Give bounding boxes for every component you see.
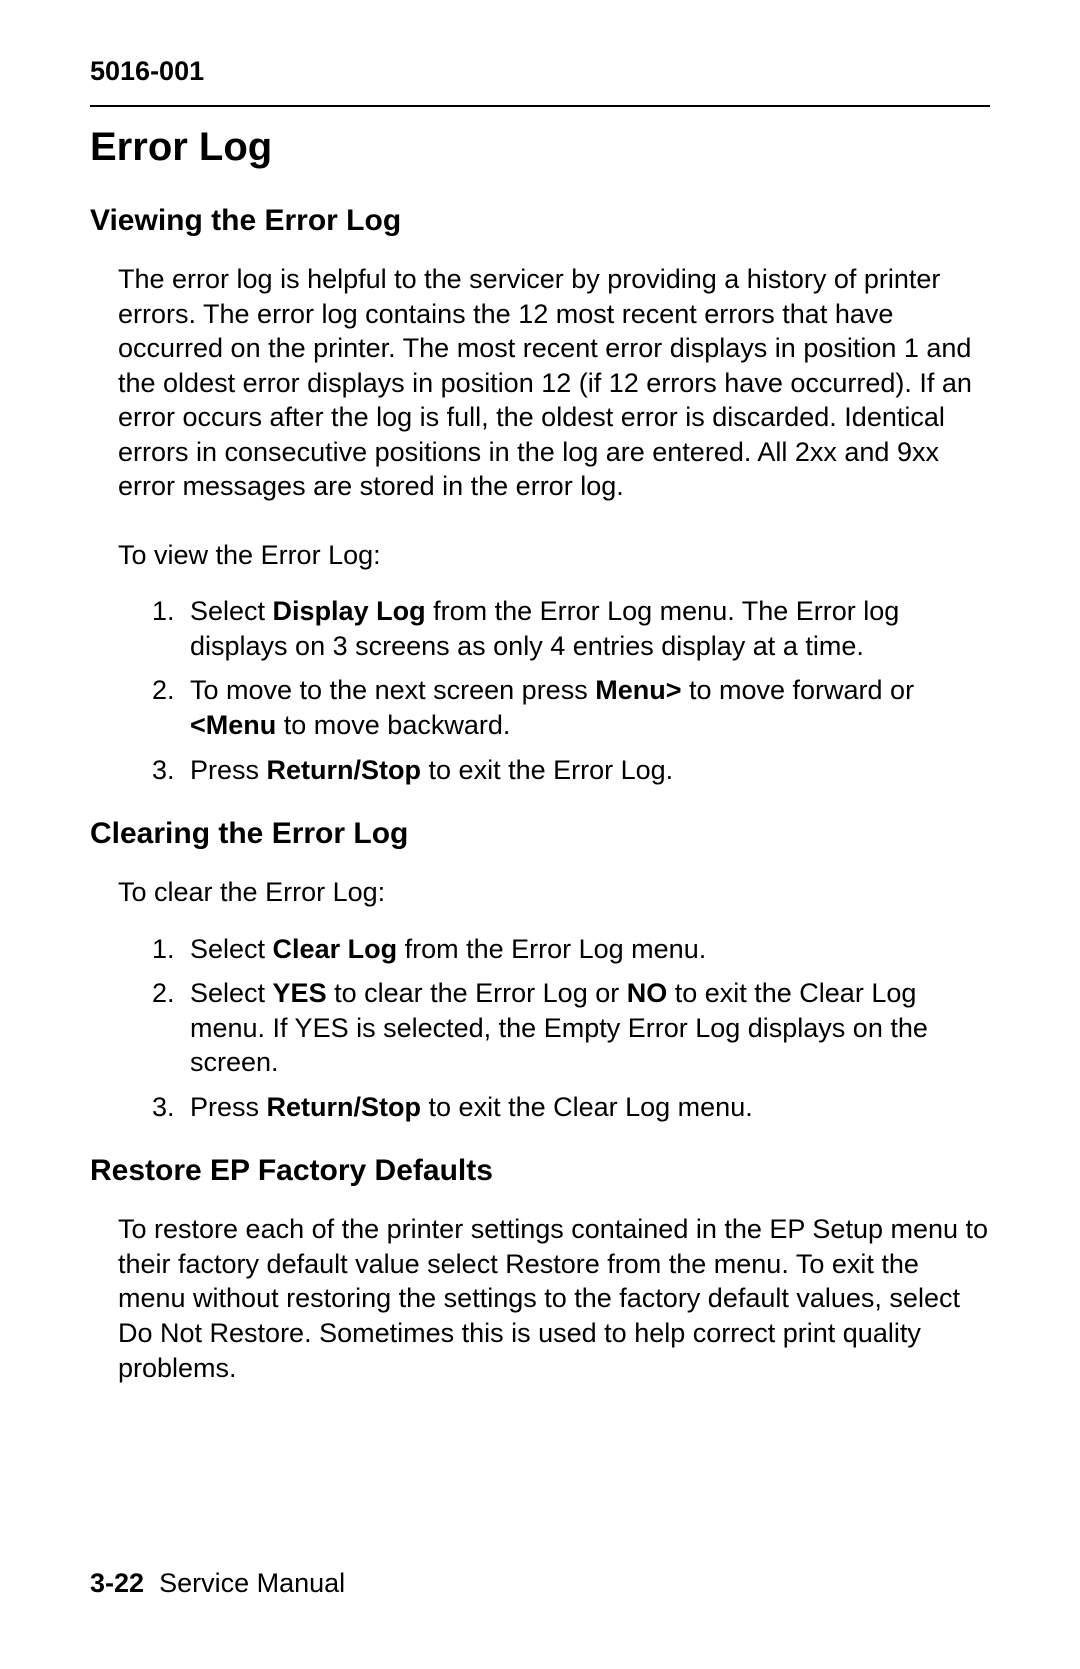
viewing-steps-list: Select Display Log from the Error Log me… bbox=[182, 594, 990, 787]
footer-label: Service Manual bbox=[159, 1568, 345, 1598]
step-bold: Return/Stop bbox=[267, 755, 422, 785]
step-bold: YES bbox=[273, 978, 327, 1008]
section-heading-restore: Restore EP Factory Defaults bbox=[90, 1154, 990, 1188]
step-text: Select bbox=[190, 934, 273, 964]
header-rule bbox=[90, 105, 990, 107]
step-text: Select bbox=[190, 596, 273, 626]
step-text: To move to the next screen press bbox=[190, 675, 595, 705]
step-bold: NO bbox=[627, 978, 668, 1008]
step-text: to move forward or bbox=[681, 675, 914, 705]
step-text: to move backward. bbox=[276, 710, 510, 740]
step-bold: Display Log bbox=[273, 596, 426, 626]
document-number: 5016-001 bbox=[90, 56, 990, 87]
list-item: Select YES to clear the Error Log or NO … bbox=[182, 976, 990, 1080]
step-text: to clear the Error Log or bbox=[327, 978, 627, 1008]
step-text: from the Error Log menu. bbox=[397, 934, 706, 964]
step-bold: Menu> bbox=[595, 675, 681, 705]
restore-paragraph: To restore each of the printer settings … bbox=[118, 1212, 990, 1385]
clearing-lead: To clear the Error Log: bbox=[118, 875, 990, 910]
step-bold: Return/Stop bbox=[267, 1092, 422, 1122]
page-number: 3-22 bbox=[90, 1568, 144, 1598]
step-text: to exit the Clear Log menu. bbox=[421, 1092, 753, 1122]
footer-sep bbox=[144, 1568, 159, 1598]
step-bold: <Menu bbox=[190, 710, 276, 740]
page-title: Error Log bbox=[90, 125, 990, 170]
step-text: Select bbox=[190, 978, 273, 1008]
page: 5016-001 Error Log Viewing the Error Log… bbox=[0, 0, 1080, 1669]
step-text: Press bbox=[190, 1092, 267, 1122]
page-footer: 3-22 Service Manual bbox=[90, 1568, 345, 1599]
list-item: To move to the next screen press Menu> t… bbox=[182, 673, 990, 742]
section-heading-clearing: Clearing the Error Log bbox=[90, 817, 990, 851]
step-text: to exit the Error Log. bbox=[421, 755, 673, 785]
viewing-lead: To view the Error Log: bbox=[118, 538, 990, 573]
step-text: Press bbox=[190, 755, 267, 785]
list-item: Press Return/Stop to exit the Error Log. bbox=[182, 753, 990, 788]
viewing-intro-paragraph: The error log is helpful to the servicer… bbox=[118, 262, 990, 504]
clearing-steps-list: Select Clear Log from the Error Log menu… bbox=[182, 932, 990, 1125]
list-item: Select Clear Log from the Error Log menu… bbox=[182, 932, 990, 967]
step-bold: Clear Log bbox=[273, 934, 398, 964]
section-heading-viewing: Viewing the Error Log bbox=[90, 204, 990, 238]
list-item: Press Return/Stop to exit the Clear Log … bbox=[182, 1090, 990, 1125]
list-item: Select Display Log from the Error Log me… bbox=[182, 594, 990, 663]
